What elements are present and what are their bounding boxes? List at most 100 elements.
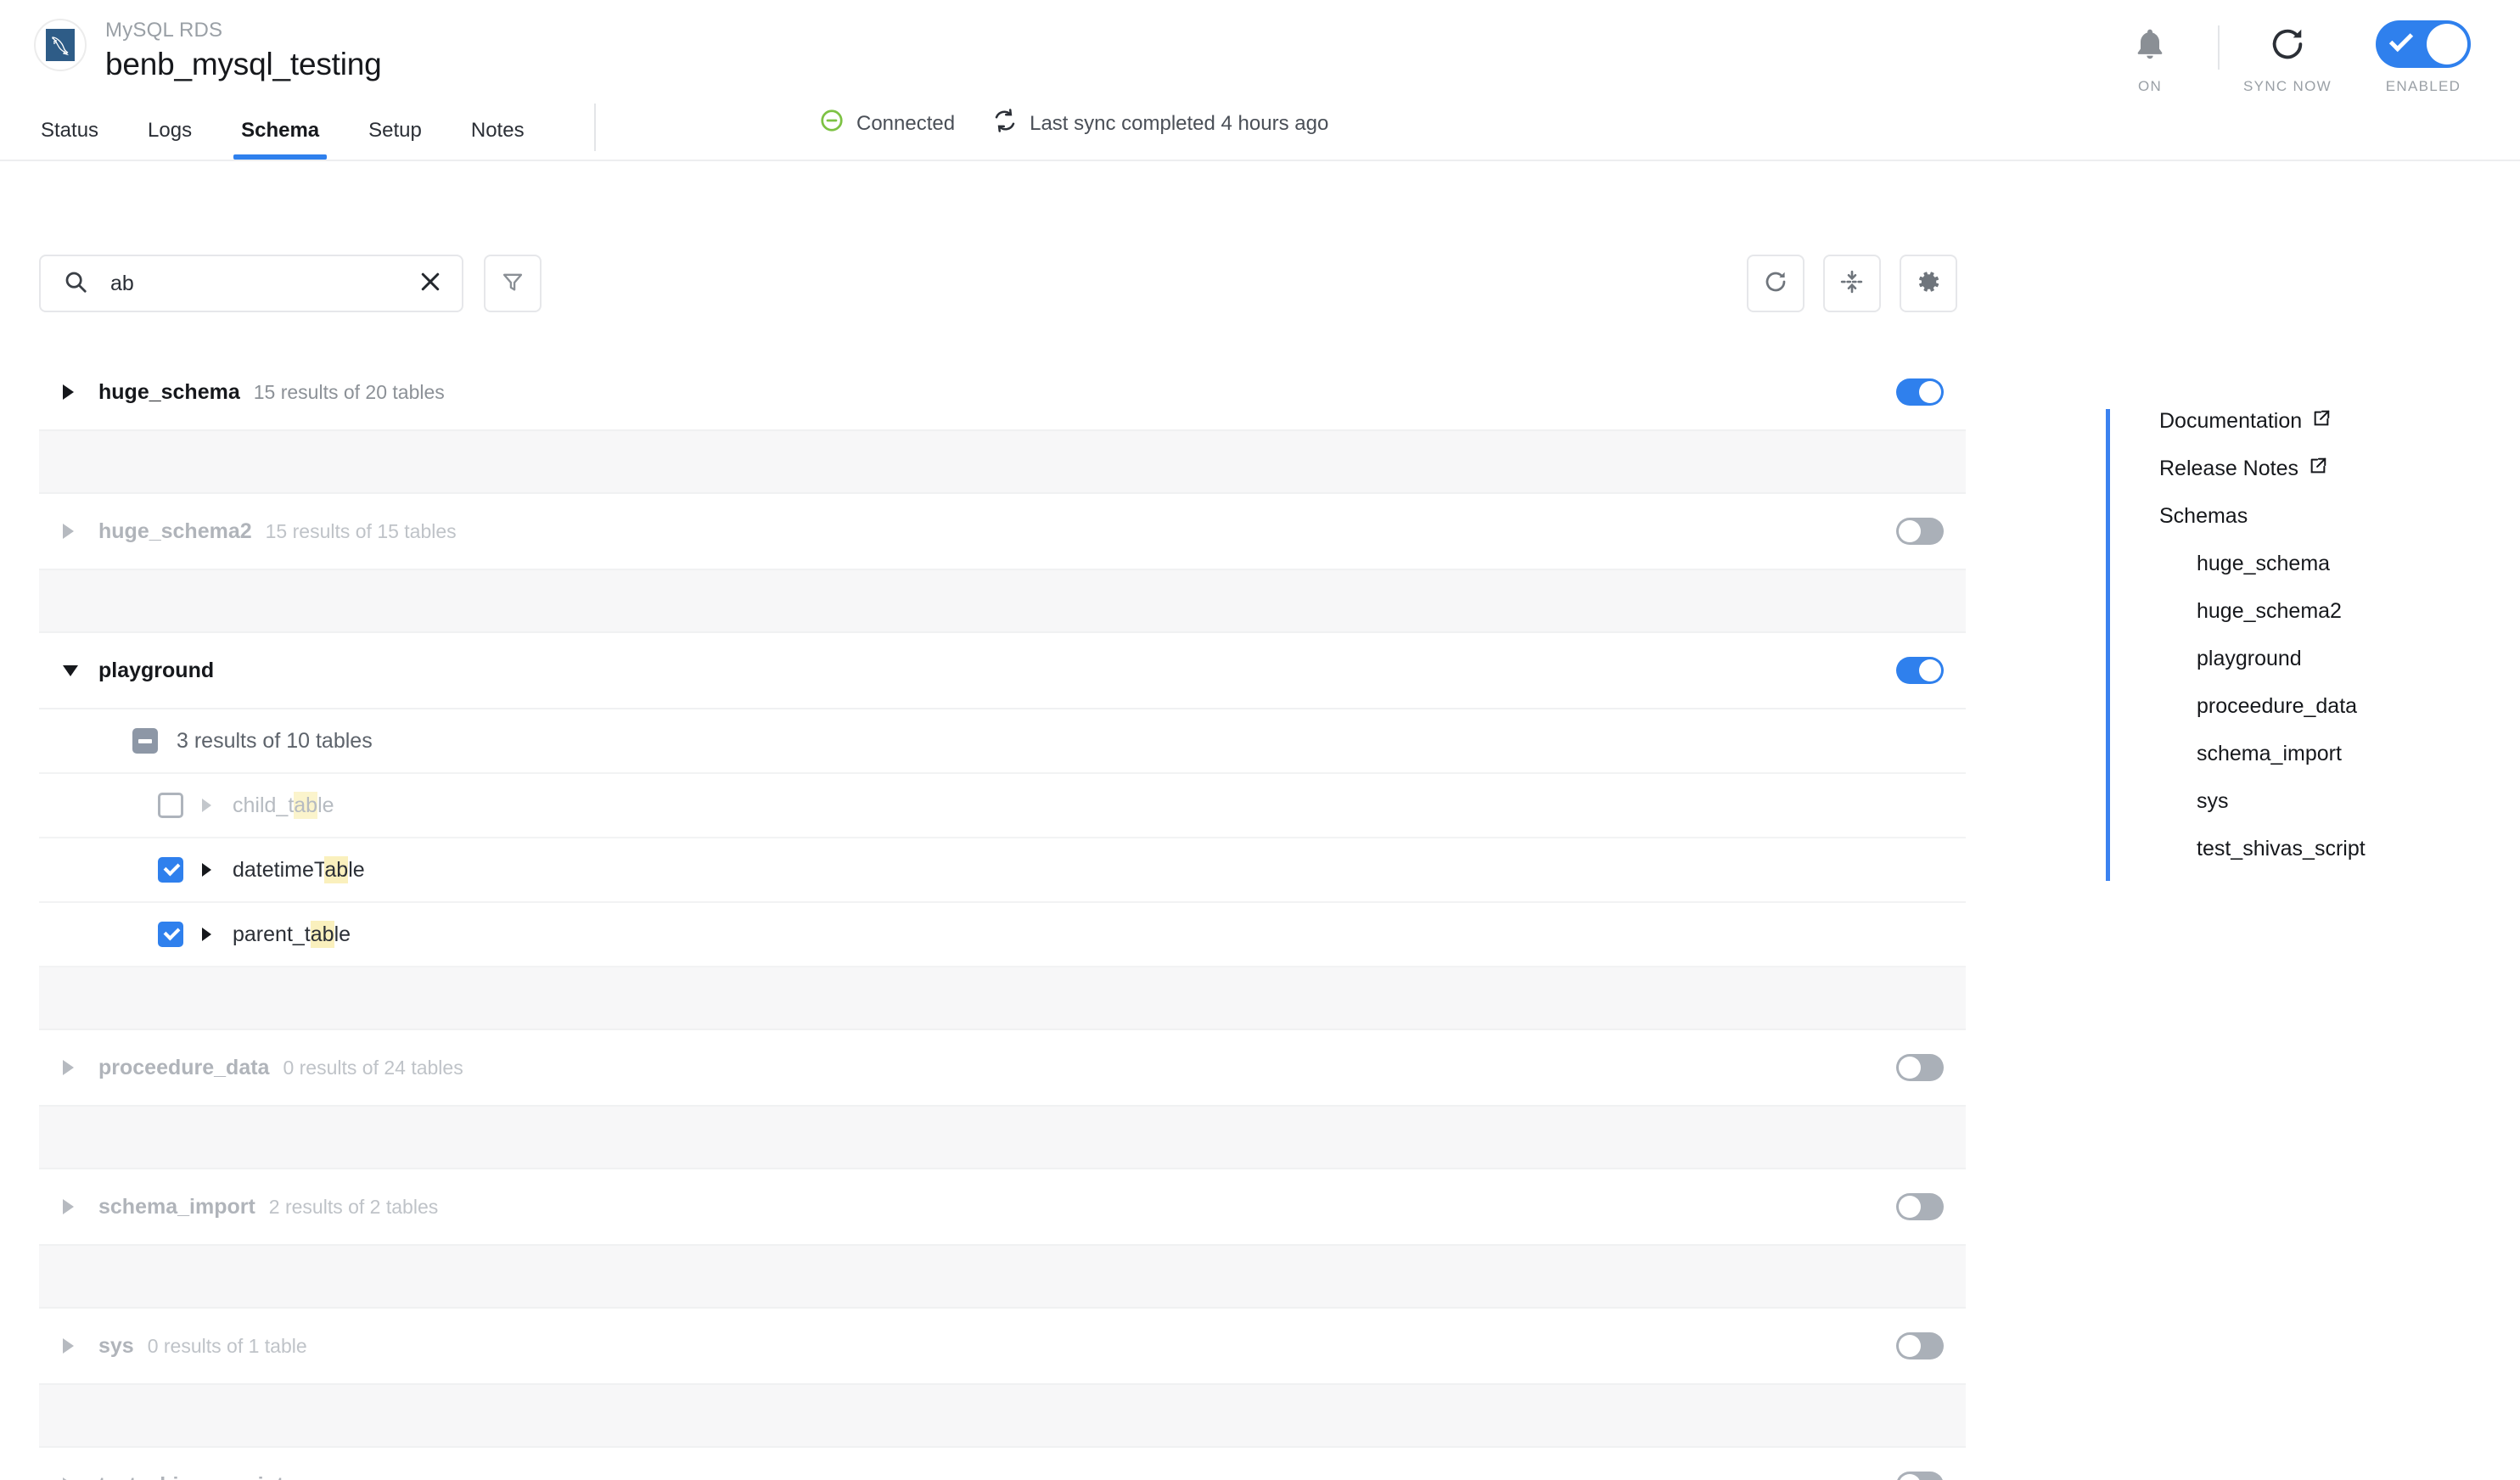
tab-setup[interactable]: Setup xyxy=(368,119,422,160)
main-content: ab huge_schema 15 results of 20 tables h… xyxy=(0,161,2520,1480)
schema-enable-toggle[interactable] xyxy=(1896,1472,1944,1480)
chevron-right-icon[interactable] xyxy=(202,799,221,812)
brand: MySQL RDS benb_mysql_testing xyxy=(34,15,382,84)
notifications-caption: ON xyxy=(2137,78,2163,94)
app-header: MySQL RDS benb_mysql_testing Status Logs… xyxy=(0,0,2520,161)
schema-result-count: 15 results of 15 tables xyxy=(265,519,457,542)
header-actions: ON SYNC NOW ENABLED xyxy=(2082,20,2491,95)
schemas-heading: Schemas xyxy=(2159,504,2248,528)
refresh-button[interactable] xyxy=(1747,255,1804,312)
schema-row-schema-import[interactable]: schema_import 2 results of 2 tables xyxy=(39,1169,1966,1246)
schema-enable-toggle[interactable] xyxy=(1896,1332,1944,1359)
schema-name: schema_import xyxy=(98,1194,255,1219)
notifications-button[interactable]: ON xyxy=(2082,22,2218,95)
schema-placeholder-band xyxy=(39,1246,1966,1309)
documentation-label: Documentation xyxy=(2159,409,2303,433)
search-input[interactable]: ab xyxy=(39,255,463,312)
enabled-toggle[interactable]: ENABLED xyxy=(2355,20,2491,95)
sync-arrows-icon xyxy=(992,108,1018,139)
documentation-link[interactable]: Documentation xyxy=(2159,409,2462,434)
filter-button[interactable] xyxy=(484,255,542,312)
table-checkbox[interactable] xyxy=(158,857,183,883)
outline-item-playground[interactable]: playground xyxy=(2197,647,2462,671)
chevron-right-icon[interactable] xyxy=(202,863,221,877)
schema-toolbar: ab xyxy=(39,255,1957,312)
schema-row-huge-schema2[interactable]: huge_schema2 15 results of 15 tables xyxy=(39,494,1966,570)
schema-result-count: 15 results of 20 tables xyxy=(253,380,445,403)
search-icon xyxy=(63,269,88,299)
schema-placeholder-band xyxy=(39,431,1966,494)
select-all-checkbox[interactable] xyxy=(132,728,158,754)
schema-summary-label: 3 results of 10 tables xyxy=(177,728,373,753)
collapse-all-button[interactable] xyxy=(1823,255,1881,312)
table-row[interactable]: parent_table xyxy=(39,903,1966,967)
schema-placeholder-band xyxy=(39,967,1966,1030)
schema-row-huge-schema[interactable]: huge_schema 15 results of 20 tables xyxy=(39,355,1966,431)
bell-icon xyxy=(2131,22,2169,66)
schema-row-test-shivas-script[interactable]: test_shivas_script xyxy=(39,1448,1966,1480)
chevron-right-icon[interactable] xyxy=(63,1199,92,1214)
schema-name: test_shivas_script xyxy=(98,1473,283,1480)
schema-placeholder-band xyxy=(39,1385,1966,1448)
tab-schema[interactable]: Schema xyxy=(233,119,328,160)
tab-bar: Status Logs Schema Setup Notes xyxy=(34,97,640,160)
schema-enable-toggle[interactable] xyxy=(1896,657,1944,684)
release-notes-link[interactable]: Release Notes xyxy=(2159,457,2462,481)
schema-result-count: 2 results of 2 tables xyxy=(268,1195,439,1218)
mysql-dolphin-icon xyxy=(34,19,87,71)
schema-row-proceedure-data[interactable]: proceedure_data 0 results of 24 tables xyxy=(39,1030,1966,1107)
table-row[interactable]: child_table xyxy=(39,774,1966,838)
outline-item-sys[interactable]: sys xyxy=(2197,789,2462,814)
search-value: ab xyxy=(110,271,134,295)
sync-now-button[interactable]: SYNC NOW xyxy=(2220,22,2355,95)
tab-status[interactable]: Status xyxy=(41,119,98,160)
schema-name: huge_schema xyxy=(98,379,240,404)
chevron-right-icon[interactable] xyxy=(63,1060,92,1075)
chevron-right-icon[interactable] xyxy=(63,384,92,400)
schema-enable-toggle[interactable] xyxy=(1896,1193,1944,1220)
chevron-right-icon[interactable] xyxy=(63,1338,92,1354)
external-link-icon xyxy=(2309,457,2327,481)
outline-panel: Documentation Release Notes Schemas huge… xyxy=(2106,409,2462,881)
table-name: parent_table xyxy=(233,920,351,948)
table-name: datetimeTable xyxy=(233,855,365,883)
schema-result-count: 0 results of 1 table xyxy=(147,1334,307,1357)
tab-divider xyxy=(593,104,596,151)
schema-enable-toggle[interactable] xyxy=(1896,518,1944,545)
chevron-right-icon[interactable] xyxy=(202,928,221,941)
chevron-down-icon[interactable] xyxy=(63,664,92,676)
release-notes-label: Release Notes xyxy=(2159,457,2298,480)
schema-placeholder-band xyxy=(39,570,1966,633)
schema-name: huge_schema2 xyxy=(98,519,252,543)
connection-status: Connected Last sync completed 4 hours ag… xyxy=(819,108,1328,139)
connector-type: MySQL RDS xyxy=(105,19,223,42)
close-icon[interactable] xyxy=(418,269,443,299)
toolbar-actions xyxy=(1747,255,1957,312)
sync-label: Last sync completed 4 hours ago xyxy=(1030,111,1329,135)
table-row[interactable]: datetimeTable xyxy=(39,838,1966,903)
enabled-caption: ENABLED xyxy=(2385,78,2461,94)
schema-enable-toggle[interactable] xyxy=(1896,378,1944,406)
refresh-icon xyxy=(2268,22,2307,66)
settings-button[interactable] xyxy=(1900,255,1957,312)
tab-logs[interactable]: Logs xyxy=(148,119,192,160)
schema-row-sys[interactable]: sys 0 results of 1 table xyxy=(39,1309,1966,1385)
tab-notes[interactable]: Notes xyxy=(471,119,525,160)
outline-item-huge-schema2[interactable]: huge_schema2 xyxy=(2197,599,2462,624)
schema-name: proceedure_data xyxy=(98,1055,270,1079)
schema-enable-toggle[interactable] xyxy=(1896,1054,1944,1081)
table-checkbox[interactable] xyxy=(158,922,183,947)
table-checkbox[interactable] xyxy=(158,793,183,818)
connection-label: Connected xyxy=(856,111,956,135)
chevron-right-icon[interactable] xyxy=(63,524,92,539)
outline-item-schema-import[interactable]: schema_import xyxy=(2197,742,2462,766)
outline-item-huge-schema[interactable]: huge_schema xyxy=(2197,552,2462,576)
outline-item-test-shivas-script[interactable]: test_shivas_script xyxy=(2197,837,2462,861)
schema-name: sys xyxy=(98,1333,134,1358)
filter-funnel-icon xyxy=(501,270,525,298)
schema-row-playground[interactable]: playground xyxy=(39,633,1966,709)
link-icon xyxy=(819,108,845,139)
outline-item-proceedure-data[interactable]: proceedure_data xyxy=(2197,694,2462,719)
gear-icon xyxy=(1916,269,1941,299)
schema-placeholder-band xyxy=(39,1107,1966,1169)
